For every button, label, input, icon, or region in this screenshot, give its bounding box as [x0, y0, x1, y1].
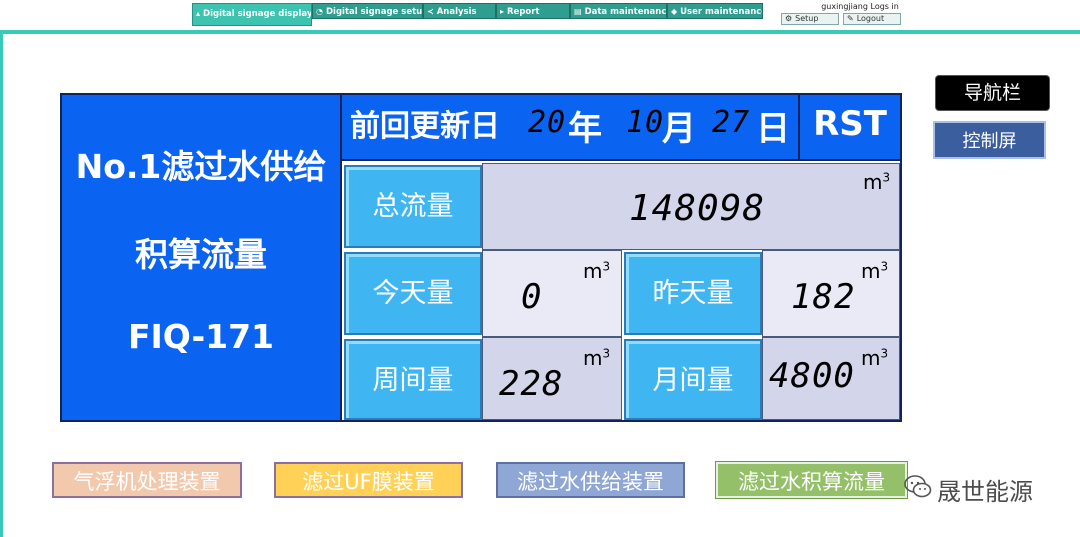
month-value-box: 4800 m3 — [762, 337, 900, 420]
year-value: 20 — [528, 105, 567, 140]
unit-exp: 3 — [602, 346, 611, 361]
month-label: 月间量 — [624, 339, 762, 420]
user-icon: ◆ — [671, 7, 678, 16]
day-value: 27 — [712, 105, 751, 140]
setup-icon: ◔ — [316, 7, 323, 16]
week-value: 228 — [499, 364, 564, 404]
flow-panel: No.1滤过水供给 积算流量 FIQ-171 前回更新日 20 年 10 月 2… — [60, 93, 902, 422]
month-value: 10 — [626, 105, 665, 140]
rst-button[interactable]: RST — [798, 95, 900, 159]
yesterday-unit: m3 — [861, 259, 888, 283]
month-flow-value: 4800 — [769, 356, 855, 396]
filtered-water-totalizer-button[interactable]: 滤过水积算流量 — [716, 462, 907, 498]
title-line-1: No.1滤过水供给 — [75, 147, 327, 186]
title-line-3: FIQ-171 — [127, 317, 275, 356]
gear-icon: ⚙ — [785, 14, 793, 23]
week-unit: m3 — [583, 346, 610, 370]
watermark-text: 晟世能源 — [937, 478, 1033, 506]
unit-base: m — [863, 170, 883, 194]
total-flow-unit: m3 — [863, 170, 890, 194]
tab-user-maintenance[interactable]: ◆ User maintenance — [667, 3, 763, 19]
today-label: 今天量 — [344, 252, 482, 335]
data-icon: ▤ — [574, 7, 582, 16]
tab-label: Report — [507, 7, 540, 17]
unit-exp: 3 — [880, 259, 889, 274]
unit-base: m — [583, 259, 603, 283]
unit-base: m — [583, 346, 603, 370]
tab-digital-signage-display[interactable]: ▴ Digital signage display — [192, 3, 312, 26]
unit-exp: 3 — [880, 346, 889, 361]
tab-report[interactable]: ▸ Report — [496, 3, 570, 19]
wechat-icon — [904, 475, 932, 498]
flotation-unit-button[interactable]: 气浮机处理装置 — [52, 462, 242, 498]
yesterday-label: 昨天量 — [624, 252, 762, 335]
week-label: 周间量 — [344, 339, 482, 420]
uf-membrane-unit-button[interactable]: 滤过UF膜装置 — [274, 462, 463, 498]
tab-label: Digital signage display — [203, 9, 312, 19]
total-flow-value: 148098 — [629, 188, 766, 229]
total-flow-label: 总流量 — [344, 165, 482, 248]
today-unit: m3 — [583, 259, 610, 283]
month-unit: 月 — [662, 109, 696, 149]
setup-button[interactable]: ⚙ Setup — [781, 13, 839, 25]
logout-icon: ✎ — [847, 14, 854, 23]
yesterday-value: 182 — [791, 277, 856, 317]
tab-digital-signage-setup[interactable]: ◔ Digital signage setup — [312, 3, 423, 19]
report-icon: ▸ — [500, 7, 505, 16]
day-unit: 日 — [756, 109, 790, 149]
analysis-icon: ≺ — [427, 7, 434, 16]
last-update-label: 前回更新日 — [350, 109, 500, 144]
logout-button[interactable]: ✎ Logout — [843, 13, 901, 25]
total-flow-value-box: 148098 m3 — [482, 163, 900, 250]
tab-label: Digital signage setup — [325, 7, 423, 17]
logout-label: Logout — [856, 14, 885, 23]
month-flow-unit: m3 — [861, 346, 888, 370]
last-update-row: 前回更新日 20 年 10 月 27 日 RST — [342, 95, 900, 161]
tab-analysis[interactable]: ≺ Analysis — [423, 3, 496, 19]
top-divider — [0, 30, 1080, 34]
unit-exp: 3 — [882, 170, 891, 185]
navigation-bar-button[interactable]: 导航栏 — [935, 75, 1050, 111]
tab-label: Data maintenance — [584, 7, 667, 17]
title-line-2: 积算流量 — [135, 235, 267, 274]
unit-base: m — [861, 259, 881, 283]
tab-label: User maintenance — [680, 7, 763, 17]
setup-label: Setup — [795, 14, 819, 23]
tab-data-maintenance[interactable]: ▤ Data maintenance — [570, 3, 667, 19]
title-block: No.1滤过水供给 积算流量 FIQ-171 — [62, 95, 342, 420]
display-icon: ▴ — [196, 9, 201, 18]
unit-exp: 3 — [602, 259, 611, 274]
login-status: guxingjiang Logs in — [821, 2, 899, 11]
left-border — [0, 34, 3, 537]
control-screen-button[interactable]: 控制屏 — [933, 121, 1046, 159]
unit-base: m — [861, 346, 881, 370]
tab-label: Analysis — [436, 7, 477, 17]
yesterday-value-box: 182 m3 — [762, 250, 900, 337]
year-unit: 年 — [568, 109, 602, 149]
today-value: 0 — [521, 277, 543, 317]
top-navigation: ▴ Digital signage display ◔ Digital signag… — [0, 0, 1080, 34]
today-value-box: 0 m3 — [482, 250, 622, 337]
week-value-box: 228 m3 — [482, 337, 622, 420]
filtered-water-supply-button[interactable]: 滤过水供给装置 — [496, 462, 685, 498]
